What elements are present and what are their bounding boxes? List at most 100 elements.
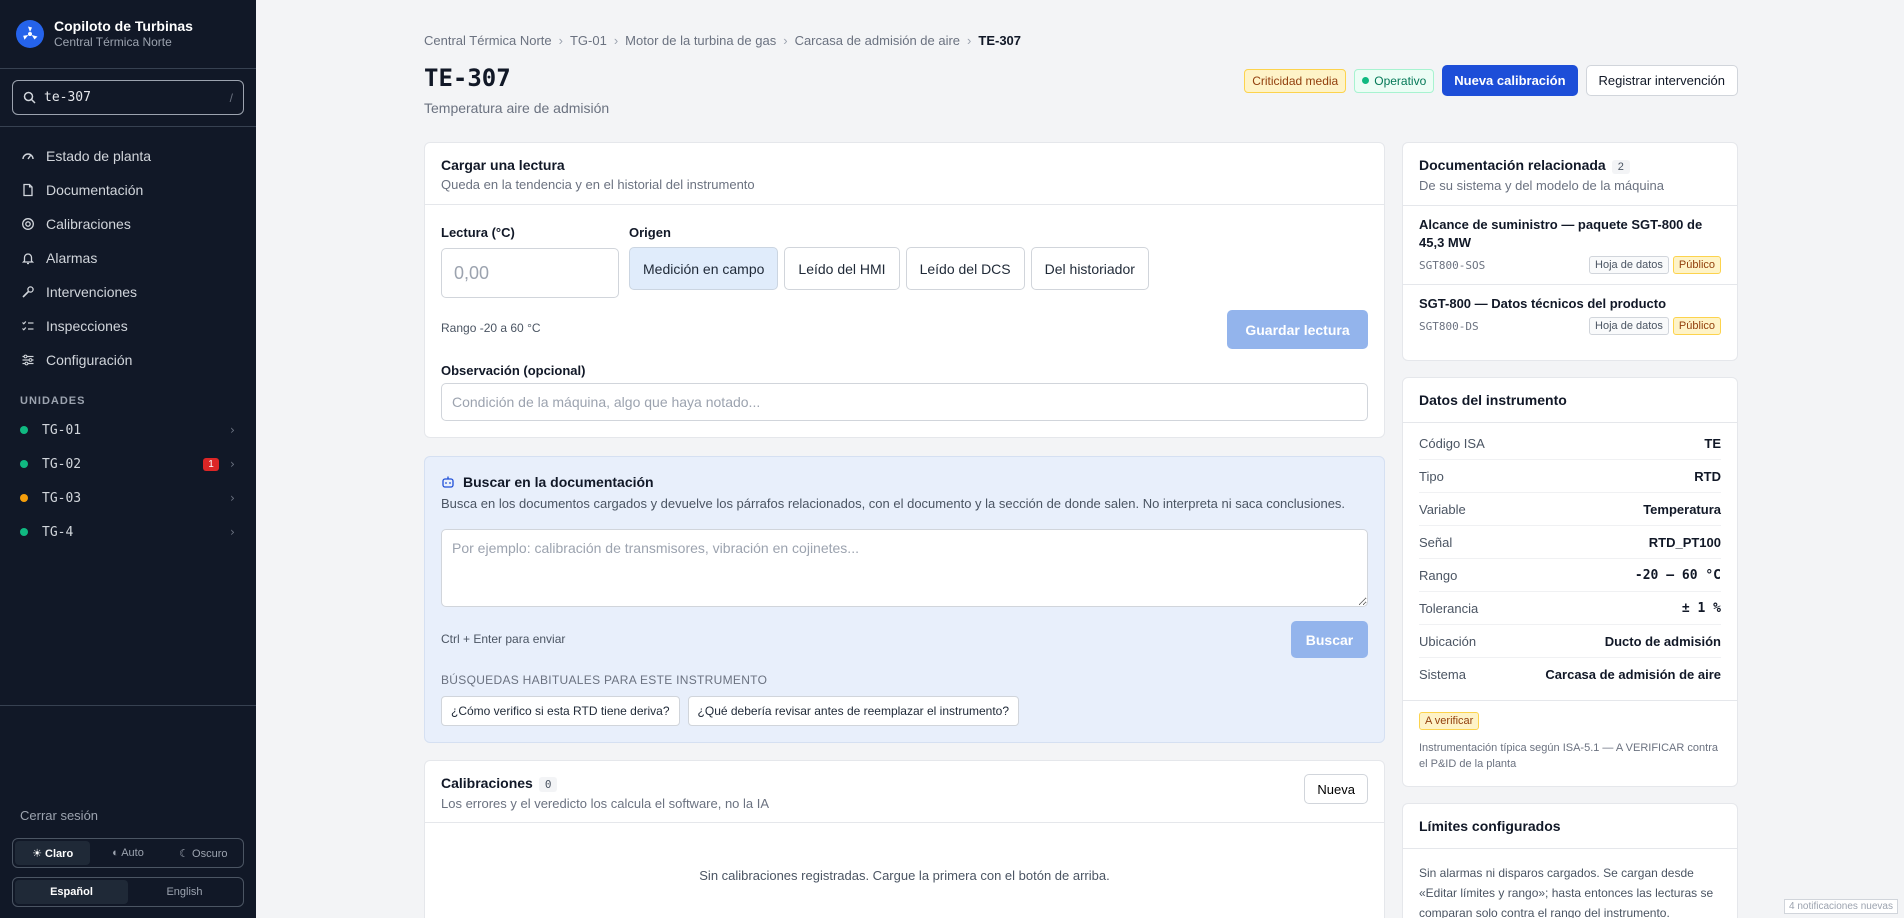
nav-label: Alarmas — [46, 250, 98, 266]
suggestion-chip[interactable]: ¿Qué debería revisar antes de reemplazar… — [687, 696, 1020, 726]
field-value: -20 – 60 °C — [1634, 567, 1721, 583]
main-nav: Estado de planta Documentación Calibraci… — [0, 127, 256, 377]
nav-item-calibrations[interactable]: Calibraciones — [0, 207, 256, 241]
card-description: Queda en la tendencia y en el historial … — [441, 177, 755, 192]
nav-item-settings[interactable]: Configuración — [0, 343, 256, 377]
logout-link[interactable]: Cerrar sesión — [20, 808, 98, 823]
field-row: Señal RTD_PT100 — [1419, 526, 1721, 559]
search-submit-button[interactable]: Buscar — [1291, 621, 1368, 658]
range-hint: Rango -20 a 60 °C — [441, 321, 541, 335]
field-value: TE — [1704, 435, 1721, 451]
unit-item-tg-03[interactable]: TG-03 › — [0, 481, 256, 515]
search-box[interactable]: / — [12, 80, 244, 115]
lang-es-option[interactable]: Español — [15, 880, 128, 904]
card-header: Calibraciones 0 Los errores y el veredict… — [425, 761, 1384, 823]
unit-name: TG-4 — [42, 524, 74, 540]
reading-value-input[interactable] — [441, 248, 619, 298]
breadcrumb-item[interactable]: TG-01 — [570, 33, 607, 48]
card-title: Datos del instrumento — [1403, 378, 1737, 423]
nav-item-alarms[interactable]: Alarmas — [0, 241, 256, 275]
field-value: RTD_PT100 — [1648, 534, 1721, 550]
keyboard-hint: Ctrl + Enter para enviar — [441, 632, 566, 646]
origin-hmi-button[interactable]: Leído del HMI — [784, 247, 900, 290]
limits-description: Sin alarmas ni disparos cargados. Se car… — [1419, 866, 1714, 918]
doc-list-item[interactable]: Alcance de suministro — paquete SGT-800 … — [1403, 206, 1737, 285]
doc-search-description: Busca en los documentos cargados y devue… — [441, 496, 1346, 511]
suggestion-chip[interactable]: ¿Cómo verifico si esta RTD tiene deriva? — [441, 696, 680, 726]
search-input[interactable] — [44, 90, 230, 105]
search-shortcut: / — [229, 90, 233, 105]
field-value: Carcasa de admisión de aire — [1545, 667, 1721, 682]
field-label: Sistema — [1419, 667, 1466, 682]
chevron-right-icon: › — [228, 491, 236, 505]
lang-en-option[interactable]: English — [128, 880, 241, 904]
theme-auto-option[interactable]: ◐ Auto — [90, 841, 165, 865]
status-label: Operativo — [1374, 73, 1427, 88]
page-subtitle: Temperatura aire de admisión — [424, 100, 610, 116]
bell-icon — [20, 250, 36, 266]
observation-input[interactable] — [441, 383, 1368, 421]
card-title: Cargar una lectura — [441, 157, 565, 173]
suggestions-heading: BÚSQUEDAS HABITUALES PARA ESTE INSTRUMEN… — [441, 673, 768, 687]
new-calibration-button[interactable]: Nueva calibración — [1442, 65, 1578, 96]
save-reading-button[interactable]: Guardar lectura — [1227, 310, 1368, 349]
nav-label: Estado de planta — [46, 148, 152, 164]
card-title: Calibraciones 0 — [441, 775, 1368, 792]
breadcrumb-separator: › — [613, 33, 619, 48]
count-badge: 0 — [538, 777, 558, 792]
doc-visibility-tag: Público — [1672, 256, 1721, 274]
breadcrumb-current: TE-307 — [978, 33, 1022, 48]
breadcrumb-separator: › — [967, 33, 972, 48]
breadcrumb-item[interactable]: Central Térmica Norte — [424, 33, 552, 48]
related-docs-card: Documentación relacionada 2 De su sistema… — [1402, 142, 1738, 361]
notifications-toast[interactable]: 4 notificaciones nuevas — [1784, 899, 1898, 914]
card-header: Documentación relacionada 2 De su sistema… — [1403, 143, 1737, 206]
field-row: Ubicación Ducto de admisión — [1419, 625, 1721, 658]
doc-title: SGT-800 — Datos técnicos del producto — [1419, 296, 1667, 311]
new-calibration-small-button[interactable]: Nueva — [1304, 774, 1368, 804]
field-row: Rango -20 – 60 °C — [1419, 559, 1721, 592]
origin-field-button[interactable]: Medición en campo — [629, 247, 779, 290]
nav-item-inspections[interactable]: Inspecciones — [0, 309, 256, 343]
nav-item-documentation[interactable]: Documentación — [0, 173, 256, 207]
breadcrumb-item[interactable]: Motor de la turbina de gas — [625, 33, 776, 48]
nav-label: Calibraciones — [46, 216, 131, 232]
origin-historian-button[interactable]: Del historiador — [1030, 247, 1149, 290]
brand: Copiloto de Turbinas Central Térmica Nor… — [0, 0, 256, 69]
doc-meta: SGT800-DS Hoja de datos Público — [1419, 317, 1721, 335]
doc-search-card: Buscar en la documentación Busca en los … — [424, 456, 1385, 743]
reading-value-label: Lectura (°C) — [441, 225, 515, 240]
doc-search-textarea[interactable] — [441, 529, 1368, 607]
field-label: Variable — [1419, 501, 1466, 517]
related-docs-title: Documentación relacionada — [1419, 157, 1606, 173]
criticality-badge: Criticidad media — [1244, 68, 1347, 93]
turbine-logo-icon — [16, 20, 44, 48]
theme-light-option[interactable]: ☀ Claro — [15, 841, 91, 865]
origin-dcs-button[interactable]: Leído del DCS — [905, 247, 1025, 290]
robot-icon — [442, 476, 454, 488]
doc-code: SGT800-SOS — [1419, 258, 1486, 272]
observation-label: Observación (opcional) — [441, 363, 586, 378]
nav-item-interventions[interactable]: Intervenciones — [0, 275, 256, 309]
breadcrumb-item[interactable]: Carcasa de admisión de aire — [795, 33, 960, 48]
sliders-icon — [20, 352, 36, 368]
nav-item-plant-status[interactable]: Estado de planta — [0, 139, 256, 173]
search-icon — [23, 91, 36, 104]
register-intervention-button[interactable]: Registrar intervención — [1585, 65, 1738, 96]
instrument-fields: Código ISA TE Tipo RTD Variable Temperatura… — [1403, 423, 1737, 691]
verify-note: Instrumentación típica según ISA-5.1 — A… — [1419, 742, 1718, 770]
units-list: TG-01 › TG-02 1 › TG-03 › TG-4 › — [0, 413, 256, 549]
unit-item-tg-01[interactable]: TG-01 › — [0, 413, 256, 447]
nav-label: Configuración — [46, 352, 133, 368]
field-label: Rango — [1419, 567, 1458, 583]
theme-dark-option[interactable]: ☾ Oscuro — [166, 841, 241, 865]
unit-item-tg-02[interactable]: TG-02 1 › — [0, 447, 256, 481]
sidebar-search: / — [0, 69, 256, 127]
field-value: Ducto de admisión — [1604, 633, 1721, 649]
status-badge: Operativo — [1354, 68, 1435, 93]
unit-item-tg-4[interactable]: TG-4 › — [0, 515, 256, 549]
doc-list-item[interactable]: SGT-800 — Datos técnicos del producto SG… — [1403, 285, 1737, 345]
sidebar: Copiloto de Turbinas Central Térmica Nor… — [0, 0, 256, 918]
count-badge: 2 — [1611, 160, 1630, 174]
gauge-icon — [20, 148, 36, 164]
